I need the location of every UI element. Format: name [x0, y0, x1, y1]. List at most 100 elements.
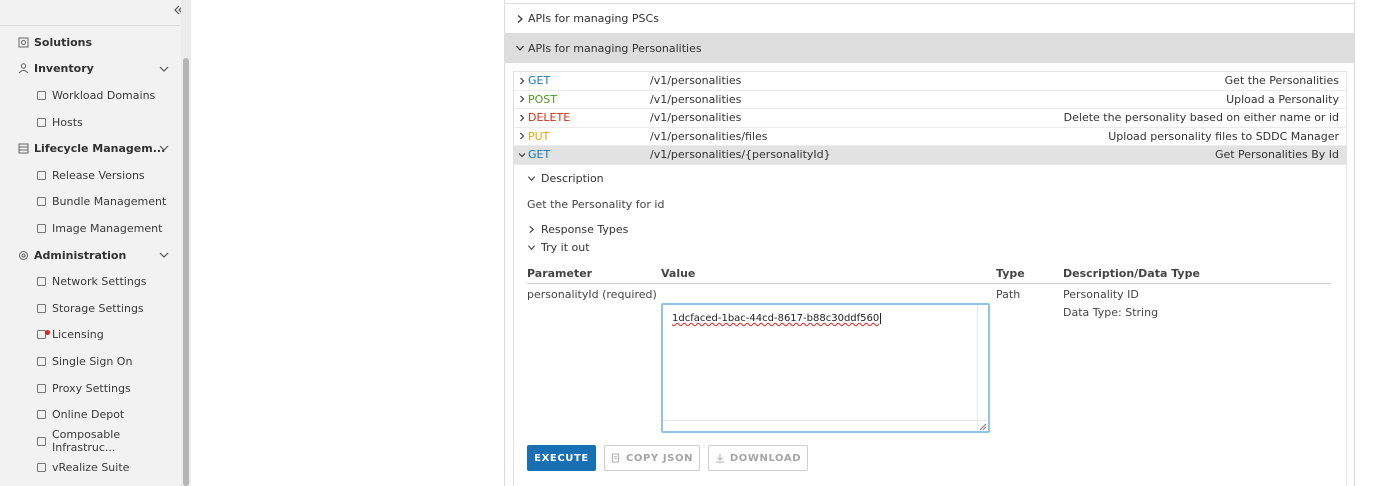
- description-text: Get the Personality for id: [527, 198, 665, 211]
- resize-grip-icon[interactable]: [978, 422, 987, 431]
- sidebar-item-hosts[interactable]: Hosts: [0, 109, 180, 136]
- chevron-down-icon[interactable]: [158, 249, 170, 261]
- chevron-down-icon[interactable]: [158, 63, 170, 75]
- sidebar-item-label: Release Versions: [52, 168, 145, 182]
- sidebar-item-release-versions[interactable]: Release Versions: [0, 162, 180, 189]
- workload-domains-icon: [35, 89, 48, 102]
- group-label: APIs for managing PSCs: [528, 12, 659, 25]
- download-label: DOWNLOAD: [729, 452, 802, 464]
- response-types-toggle[interactable]: Response Types: [527, 223, 628, 236]
- param-name: personalityId (required): [527, 288, 657, 301]
- operation-method: GET: [528, 74, 551, 88]
- text-cursor: [880, 313, 882, 324]
- sidebar-item-label: Workload Domains: [52, 88, 156, 102]
- solutions-icon: [17, 36, 30, 49]
- execute-label: EXECUTE: [534, 452, 589, 464]
- network-settings-icon: [35, 275, 48, 288]
- try-it-out-title: Try it out: [541, 241, 590, 254]
- sidebar-item-label: Composable Infrastruc...: [52, 428, 121, 455]
- chevron-right-icon: [520, 132, 525, 140]
- online-depot-icon: [35, 408, 48, 421]
- operation-method: DELETE: [528, 111, 571, 125]
- chevron-right-icon: [517, 14, 523, 23]
- sidebar-item-label: Storage Settings: [52, 301, 144, 315]
- sidebar-scrollbar-thumb[interactable]: [183, 58, 189, 486]
- operation-row[interactable]: GET/v1/personalities Get the Personalitie…: [514, 72, 1346, 91]
- chevron-right-icon: [520, 77, 525, 85]
- copy-icon: [611, 453, 619, 463]
- chevron-down-icon: [518, 152, 526, 158]
- sidebar-item-label: Bundle Management: [52, 195, 167, 209]
- sso-icon: [35, 355, 48, 368]
- sidebar-item-label: Licensing: [52, 328, 104, 342]
- administration-icon: [17, 249, 30, 262]
- sidebar-item-proxy-settings[interactable]: Proxy Settings: [0, 375, 180, 402]
- operation-summary: Upload personality files to SDDC Manager: [1108, 129, 1339, 143]
- chevron-right-icon: [529, 225, 535, 234]
- sidebar-item-inventory[interactable]: Inventory: [0, 56, 180, 83]
- sidebar-item-composable-infrastruc[interactable]: Composable Infrastruc...: [0, 428, 180, 455]
- sidebar-item-label: Online Depot: [52, 408, 125, 422]
- group-personalities[interactable]: APIs for managing Personalities: [505, 33, 1354, 63]
- personality-id-input[interactable]: 1dcfaced-1bac-44cd-8617-b88c30ddf560: [661, 303, 990, 433]
- params-table-header: Parameter Value Type Description/Data Ty…: [527, 267, 1331, 284]
- sidebar-item-network-settings[interactable]: Network Settings: [0, 268, 180, 295]
- try-it-out-toggle[interactable]: Try it out: [527, 241, 590, 254]
- chevron-down-icon: [527, 176, 536, 182]
- release-versions-icon: [35, 169, 48, 182]
- sidebar-item-online-depot[interactable]: Online Depot: [0, 401, 180, 428]
- sidebar-item-solutions[interactable]: Solutions: [0, 29, 180, 56]
- operation-row[interactable]: GET/v1/personalities/{personalityId} Get …: [514, 146, 1346, 165]
- operation-method: PUT: [528, 129, 550, 143]
- col-description: Description/Data Type: [1063, 267, 1200, 280]
- group-label: APIs for managing Personalities: [528, 41, 702, 55]
- sidebar-item-label: Hosts: [52, 115, 83, 129]
- description-toggle[interactable]: Description: [527, 172, 604, 185]
- sidebar-item-label: Lifecycle Managem...: [34, 142, 166, 156]
- sidebar-item-administration[interactable]: Administration: [0, 242, 180, 269]
- copy-json-label: COPY JSON: [625, 452, 694, 464]
- lifecycle-icon: [17, 142, 30, 155]
- operation-summary: Get Personalities By Id: [1214, 148, 1339, 162]
- textarea-divider: [663, 420, 988, 421]
- description-title: Description: [541, 172, 604, 185]
- sidebar-item-vrealize-suite[interactable]: vRealize Suite: [0, 455, 180, 482]
- operation-row[interactable]: DELETE/v1/personalities Delete the person…: [514, 109, 1346, 128]
- execute-button[interactable]: EXECUTE: [527, 445, 596, 471]
- sidebar-item-label: Inventory: [34, 62, 94, 76]
- api-explorer-panel: APIs for managing PSCs APIs for managing…: [504, 0, 1355, 486]
- col-parameter: Parameter: [527, 267, 593, 280]
- sidebar-item-bundle-management[interactable]: Bundle Management: [0, 189, 180, 216]
- chevron-down-icon[interactable]: [158, 142, 170, 154]
- main-content: APIs for managing PSCs APIs for managing…: [192, 0, 1378, 486]
- textarea-scrollbar[interactable]: [977, 305, 988, 431]
- group-pscs[interactable]: APIs for managing PSCs: [505, 3, 1354, 33]
- response-types-title: Response Types: [541, 223, 629, 236]
- sidebar-item-licensing[interactable]: Licensing: [0, 322, 180, 349]
- chevron-right-icon: [520, 114, 525, 122]
- sidebar-item-image-management[interactable]: Image Management: [0, 215, 180, 242]
- copy-json-button[interactable]: COPY JSON: [604, 445, 700, 471]
- sidebar-divider: [0, 25, 180, 26]
- inventory-icon: [17, 62, 30, 75]
- chevron-right-icon: [520, 95, 525, 103]
- chevron-down-icon: [527, 245, 536, 251]
- col-type: Type: [996, 267, 1025, 280]
- sidebar-item-label: Image Management: [52, 221, 163, 235]
- sidebar-item-storage-settings[interactable]: Storage Settings: [0, 295, 180, 322]
- download-button[interactable]: DOWNLOAD: [708, 445, 808, 471]
- sidebar-item-workload-domains[interactable]: Workload Domains: [0, 82, 180, 109]
- sidebar-item-lifecycle-managem[interactable]: Lifecycle Managem...: [0, 135, 180, 162]
- sidebar-item-single-sign-on[interactable]: Single Sign On: [0, 348, 180, 375]
- chevron-down-icon: [516, 45, 524, 51]
- proxy-settings-icon: [35, 382, 48, 395]
- sidebar-nav: Solutions Inventory Workload Domains Hosts L…: [0, 29, 180, 481]
- notification-badge: [45, 329, 50, 335]
- sidebar-item-label: Single Sign On: [52, 354, 133, 368]
- operation-method: POST: [528, 92, 557, 106]
- operation-row[interactable]: POST/v1/personalities Upload a Personalit…: [514, 91, 1346, 109]
- operation-row[interactable]: PUT/v1/personalities/files Upload persona…: [514, 128, 1346, 146]
- storage-settings-icon: [35, 302, 48, 315]
- download-icon: [715, 454, 724, 463]
- param-description: Personality ID: [1063, 288, 1139, 301]
